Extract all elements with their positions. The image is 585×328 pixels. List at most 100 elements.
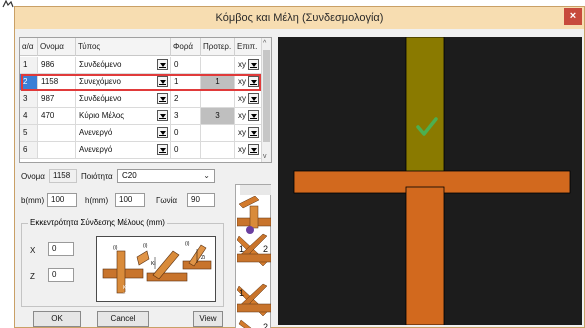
grid-scrollbar[interactable]: ^ v bbox=[261, 38, 271, 162]
cell-idx: 1 bbox=[20, 57, 38, 74]
cell-name[interactable] bbox=[38, 125, 76, 142]
cell-idx-text: 4 bbox=[23, 111, 28, 120]
grid-header: α/α Ονομα Τύπος Φορά Προτερ. Επιπ. bbox=[20, 38, 262, 56]
cell-dir[interactable]: 3 bbox=[171, 108, 201, 125]
close-button[interactable]: × bbox=[564, 8, 582, 25]
b-field[interactable]: 100 bbox=[47, 193, 77, 207]
cell-plane[interactable]: xy bbox=[235, 74, 262, 91]
dropdown-arrow-icon[interactable] bbox=[157, 76, 168, 87]
ok-button[interactable]: OK bbox=[33, 311, 81, 327]
cell-prio-text: 3 bbox=[215, 111, 220, 120]
dropdown-arrow-icon[interactable] bbox=[157, 127, 168, 138]
table-row[interactable]: 5 Ανενεργό 0 xy bbox=[20, 125, 262, 142]
eccentricity-title: Εκκεντρότητα Σύνδεσης Μέλους (mm) bbox=[28, 218, 167, 227]
x-label: X bbox=[30, 246, 36, 255]
cell-dir[interactable]: 2 bbox=[171, 91, 201, 108]
table-row[interactable]: 3 987 Συνδεόμενο 2 xy bbox=[20, 91, 262, 108]
connected-member-vertical[interactable] bbox=[405, 186, 445, 326]
cell-plane[interactable]: xy bbox=[235, 108, 262, 125]
cell-dir-text: 2 bbox=[174, 94, 179, 103]
cell-plane[interactable]: xy bbox=[235, 142, 262, 159]
svg-text:2: 2 bbox=[263, 322, 268, 328]
table-row[interactable]: 2 1158 Συνεχόμενο 1 1 xy bbox=[20, 74, 262, 91]
scroll-up-icon[interactable]: ^ bbox=[263, 40, 266, 47]
h-field[interactable]: 100 bbox=[115, 193, 145, 207]
dropdown-arrow-icon[interactable] bbox=[157, 110, 168, 121]
svg-text:Ki=0: Ki=0 bbox=[123, 285, 133, 291]
continuous-member[interactable] bbox=[405, 36, 445, 180]
angle-field[interactable]: 90 bbox=[187, 193, 215, 207]
dropdown-arrow-icon[interactable] bbox=[248, 59, 259, 70]
cell-type[interactable]: Συνεχόμενο bbox=[76, 74, 171, 91]
cell-dir-text: 1 bbox=[174, 77, 179, 86]
z-offset-field[interactable]: 0 bbox=[48, 268, 74, 282]
cell-type[interactable]: Ανενεργό bbox=[76, 125, 171, 142]
cell-name-text: 470 bbox=[41, 111, 55, 120]
eccentricity-diagram-image: (i) (i) (i) Ki Zi Ki=0 Zi=0 bbox=[102, 241, 212, 298]
cell-dir[interactable]: 0 bbox=[171, 57, 201, 74]
dropdown-arrow-icon[interactable] bbox=[248, 93, 259, 104]
dropdown-arrow-icon[interactable] bbox=[157, 93, 168, 104]
cell-type-text: Κύριο Μέλος bbox=[79, 111, 125, 120]
cell-type[interactable]: Συνδεόμενο bbox=[76, 57, 171, 74]
cell-name[interactable]: 987 bbox=[38, 91, 76, 108]
x-offset-field[interactable]: 0 bbox=[48, 242, 74, 256]
table-row[interactable]: 6 Ανενεργό 0 xy bbox=[20, 142, 262, 159]
cell-type-text: Συνεχόμενο bbox=[79, 77, 121, 86]
col-header-type[interactable]: Τύπος bbox=[76, 38, 171, 56]
cell-plane[interactable]: xy bbox=[235, 125, 262, 142]
scroll-thumb[interactable] bbox=[263, 50, 270, 142]
dropdown-arrow-icon[interactable] bbox=[248, 76, 259, 87]
cell-dir[interactable]: 0 bbox=[171, 142, 201, 159]
cancel-button[interactable]: Cancel bbox=[97, 311, 149, 327]
cell-prio bbox=[201, 91, 235, 108]
dropdown-arrow-icon[interactable] bbox=[248, 144, 259, 155]
view-button[interactable]: View bbox=[193, 311, 223, 327]
cell-idx-text: 6 bbox=[23, 145, 28, 154]
scroll-down-icon[interactable]: v bbox=[263, 153, 267, 160]
cell-name[interactable] bbox=[38, 142, 76, 159]
dropdown-arrow-icon[interactable] bbox=[157, 144, 168, 155]
cell-dir[interactable]: 1 bbox=[171, 74, 201, 91]
dropdown-arrow-icon[interactable] bbox=[248, 127, 259, 138]
quality-select[interactable]: C20 ⌄ bbox=[117, 169, 215, 183]
col-header-index[interactable]: α/α bbox=[20, 38, 38, 56]
cell-idx-text: 3 bbox=[23, 94, 28, 103]
cell-name[interactable]: 470 bbox=[38, 108, 76, 125]
cell-type[interactable]: Κύριο Μέλος bbox=[76, 108, 171, 125]
cell-type[interactable]: Συνδεόμενο bbox=[76, 91, 171, 108]
cell-name[interactable]: 1158 bbox=[38, 74, 76, 91]
cell-type[interactable]: Ανενεργό bbox=[76, 142, 171, 159]
cell-dir-text: 3 bbox=[174, 111, 179, 120]
cell-plane-text: xy bbox=[238, 77, 246, 86]
cell-name[interactable]: 986 bbox=[38, 57, 76, 74]
cell-plane[interactable]: xy bbox=[235, 91, 262, 108]
cell-dir[interactable]: 0 bbox=[171, 125, 201, 142]
svg-text:(i): (i) bbox=[113, 245, 118, 251]
svg-text:(i): (i) bbox=[185, 241, 190, 247]
table-row[interactable]: 4 470 Κύριο Μέλος 3 3 xy bbox=[20, 108, 262, 125]
cell-type-text: Ανενεργό bbox=[79, 128, 113, 137]
z-label: Z bbox=[30, 272, 35, 281]
joint-view-canvas[interactable] bbox=[278, 36, 582, 326]
cell-prio: 1 bbox=[201, 74, 235, 91]
cell-dir-text: 0 bbox=[174, 145, 179, 154]
cell-plane-text: xy bbox=[238, 111, 246, 120]
cell-dir-text: 0 bbox=[174, 60, 179, 69]
col-header-name[interactable]: Ονομα bbox=[38, 38, 76, 56]
thumbnail-scrollbar[interactable] bbox=[240, 185, 271, 195]
cell-plane[interactable]: xy bbox=[235, 57, 262, 74]
cell-idx: 6 bbox=[20, 142, 38, 159]
svg-text:Zi=0: Zi=0 bbox=[123, 292, 133, 298]
dropdown-arrow-icon[interactable] bbox=[157, 59, 168, 70]
chevron-down-icon: ⌄ bbox=[203, 171, 210, 180]
col-header-plane[interactable]: Επιπ. bbox=[235, 38, 262, 56]
svg-text:2: 2 bbox=[263, 244, 268, 254]
col-header-direction[interactable]: Φορά bbox=[171, 38, 201, 56]
col-header-priority[interactable]: Προτερ. bbox=[201, 38, 235, 56]
dropdown-arrow-icon[interactable] bbox=[248, 110, 259, 121]
h-label: h(mm) bbox=[85, 196, 109, 205]
table-row[interactable]: 1 986 Συνδεόμενο 0 xy bbox=[20, 57, 262, 74]
joint-thumbnails[interactable]: 1 2 1 2 bbox=[235, 184, 271, 328]
title-bar[interactable]: Κόμβος και Μέλη (Συνδεσμολογία) × bbox=[15, 7, 584, 29]
